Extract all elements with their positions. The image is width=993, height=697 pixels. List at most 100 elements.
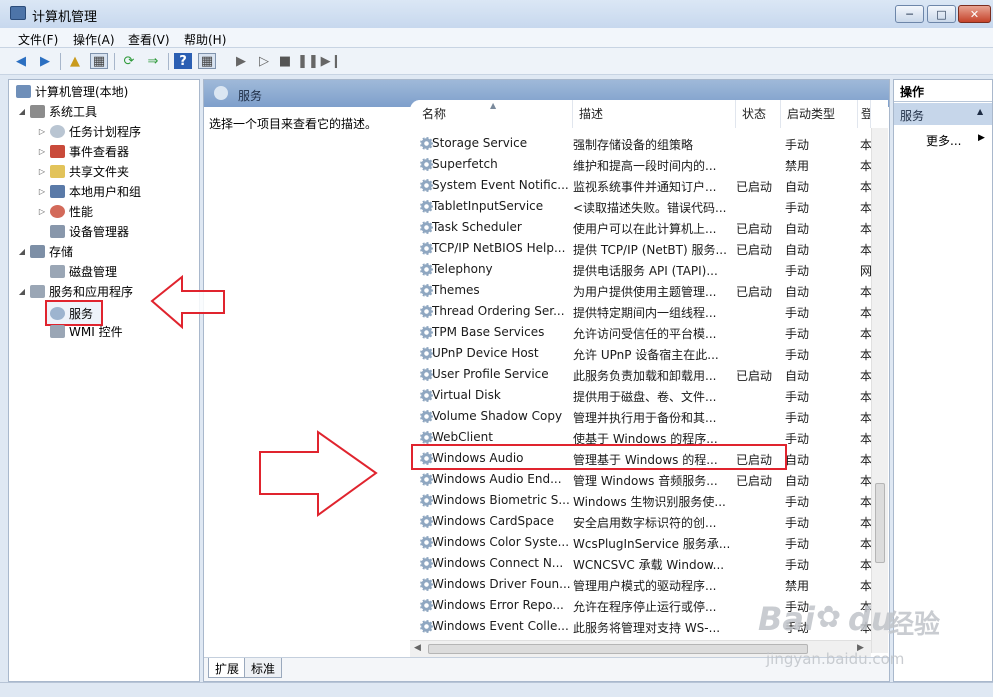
- export-list-icon[interactable]: ⇒: [144, 53, 162, 69]
- vertical-scrollbar[interactable]: [871, 128, 888, 653]
- tree-item-task-scheduler[interactable]: ▷ 任务计划程序: [37, 121, 141, 141]
- service-row[interactable]: Windows Error Repo... 允许在程序停止运行或停... 手动 本: [410, 595, 871, 616]
- service-row[interactable]: Storage Service 强制存储设备的组策略 手动 本: [410, 133, 871, 154]
- tree-item-label: 系统工具: [49, 104, 98, 119]
- more-actions-link[interactable]: 更多...: [926, 132, 961, 149]
- stop-service-icon[interactable]: ■: [276, 53, 294, 69]
- menu-action[interactable]: 操作(A): [73, 31, 115, 48]
- menu-help[interactable]: 帮助(H): [184, 31, 226, 48]
- expand-icon[interactable]: ▷: [37, 127, 47, 136]
- expand-icon[interactable]: ▷: [37, 207, 47, 216]
- tree-item-services-apps[interactable]: ◢ 服务和应用程序: [17, 281, 133, 301]
- service-row[interactable]: Superfetch 维护和提高一段时间内的... 禁用 本: [410, 154, 871, 175]
- service-row[interactable]: TPM Base Services 允许访问受信任的平台模... 手动 本: [410, 322, 871, 343]
- back-arrow-icon[interactable]: ◀: [12, 53, 30, 69]
- expand-icon[interactable]: ▷: [37, 147, 47, 156]
- tree-item-performance[interactable]: ▷ 性能: [37, 201, 93, 221]
- start-service-icon[interactable]: ▶: [232, 53, 250, 69]
- column-header-logon[interactable]: 登: [858, 100, 871, 128]
- cell-description: 管理并执行用于备份和其...: [573, 411, 717, 425]
- service-row[interactable]: Windows Audio End... 管理 Windows 音频服务... 已启…: [410, 469, 871, 490]
- maximize-button[interactable]: □: [927, 5, 956, 23]
- column-header-status[interactable]: 状态: [736, 100, 781, 128]
- service-row[interactable]: Windows Audio 管理基于 Windows 的程... 已启动 自动 本: [410, 448, 871, 469]
- service-row[interactable]: Windows Driver Foun... 管理用户模式的驱动程序... 禁用 本: [410, 574, 871, 595]
- tree-item-local-users[interactable]: ▷ 本地用户和组: [37, 181, 141, 201]
- tree-item-wmi[interactable]: WMI 控件: [47, 321, 123, 341]
- service-row[interactable]: Windows Event Colle... 此服务将管理对支持 WS-... 手动…: [410, 616, 871, 637]
- cell-name: Task Scheduler: [432, 220, 522, 234]
- tree-root[interactable]: 计算机管理(本地): [13, 81, 128, 101]
- minimize-button[interactable]: ─: [895, 5, 924, 23]
- close-button[interactable]: ✕: [958, 5, 991, 23]
- tree-item-system-tools[interactable]: ◢ 系统工具: [17, 101, 97, 121]
- scroll-right-icon[interactable]: ▶: [857, 643, 864, 653]
- collapse-icon[interactable]: ◢: [17, 107, 27, 116]
- service-row[interactable]: UPnP Device Host 允许 UPnP 设备宿主在此... 手动 本: [410, 343, 871, 364]
- tree-item-event-viewer[interactable]: ▷ 事件查看器: [37, 141, 129, 161]
- service-row[interactable]: Windows Biometric S... Windows 生物识别服务使...…: [410, 490, 871, 511]
- service-row[interactable]: Themes 为用户提供使用主题管理... 已启动 自动 本: [410, 280, 871, 301]
- refresh-icon[interactable]: ⟳: [120, 53, 138, 69]
- service-row[interactable]: TabletInputService <读取描述失败。错误代码... 手动 本: [410, 196, 871, 217]
- restart-service-icon[interactable]: ▶❙: [321, 53, 342, 69]
- service-row[interactable]: User Profile Service 此服务负责加载和卸载用... 已启动 自动 本: [410, 364, 871, 385]
- cell-description: 安全启用数字标识符的创...: [573, 516, 717, 530]
- disk-icon: [50, 264, 65, 278]
- service-row[interactable]: Volume Shadow Copy 管理并执行用于备份和其... 手动 本: [410, 406, 871, 427]
- collapse-up-icon[interactable]: ▲: [977, 107, 983, 116]
- scroll-left-icon[interactable]: ◀: [414, 643, 421, 653]
- forward-arrow-icon[interactable]: ▶: [36, 53, 54, 69]
- tree-item-storage[interactable]: ◢ 存储: [17, 241, 73, 261]
- service-row[interactable]: WebClient 使基于 Windows 的程序... 手动 本: [410, 427, 871, 448]
- cell-description: 允许在程序停止运行或停...: [573, 600, 717, 614]
- cell-name: Windows Color Syste...: [432, 535, 570, 549]
- cell-description: 强制存储设备的组策略: [573, 138, 694, 152]
- cell-startup-type: 手动: [785, 411, 810, 425]
- service-row[interactable]: Windows CardSpace 安全启用数字标识符的创... 手动 本: [410, 511, 871, 532]
- cell-name: Telephony: [432, 262, 493, 276]
- tree-item-device-manager[interactable]: 设备管理器: [47, 221, 129, 241]
- actions-section-services[interactable]: 服务 ▲: [894, 103, 992, 125]
- up-folder-icon[interactable]: ▲: [66, 53, 84, 69]
- column-header-description[interactable]: 描述: [573, 100, 736, 128]
- tools-icon: [30, 104, 45, 118]
- show-tree-icon[interactable]: ▦: [90, 53, 108, 69]
- show-action-pane-icon[interactable]: ▦: [198, 53, 216, 69]
- service-row[interactable]: Thread Ordering Ser... 提供特定期间内一组线程... 手动 本: [410, 301, 871, 322]
- column-header-startup-type[interactable]: 启动类型: [781, 100, 858, 128]
- scroll-thumb[interactable]: [875, 483, 885, 563]
- scroll-thumb-horizontal[interactable]: [428, 644, 808, 654]
- tab-standard[interactable]: 标准: [244, 658, 283, 678]
- service-row[interactable]: Task Scheduler 使用户可以在此计算机上... 已启动 自动 本: [410, 217, 871, 238]
- menu-view[interactable]: 查看(V): [128, 31, 170, 48]
- collapse-icon[interactable]: ◢: [17, 287, 27, 296]
- service-row[interactable]: System Event Notific... 监视系统事件并通知订户... 已启动…: [410, 175, 871, 196]
- tree-item-label: 设备管理器: [69, 224, 130, 239]
- tree-item-disk-management[interactable]: 磁盘管理: [47, 261, 117, 281]
- toolbar-separator: [168, 53, 169, 70]
- cell-description: 管理基于 Windows 的程...: [573, 453, 718, 467]
- cell-startup-type: 手动: [785, 537, 810, 551]
- collapse-icon[interactable]: ◢: [17, 247, 27, 256]
- column-header-name[interactable]: 名称 ▲: [416, 100, 573, 128]
- tab-extended[interactable]: 扩展: [208, 658, 247, 678]
- cell-status: 已启动: [736, 180, 773, 194]
- service-row[interactable]: Windows Color Syste... WcsPlugInService 服…: [410, 532, 871, 553]
- cell-status: 已启动: [736, 369, 773, 383]
- service-row[interactable]: Telephony 提供电话服务 API (TAPI)... 手动 网: [410, 259, 871, 280]
- start-service-alt-icon[interactable]: ▷: [255, 53, 273, 69]
- pause-service-icon[interactable]: ❚❚: [297, 53, 319, 69]
- service-row[interactable]: Windows Connect N... WCNCSVC 承载 Window...…: [410, 553, 871, 574]
- service-row[interactable]: TCP/IP NetBIOS Help... 提供 TCP/IP (NetBT) …: [410, 238, 871, 259]
- clock-icon: [50, 124, 65, 138]
- help-icon[interactable]: ?: [174, 53, 192, 69]
- services-rows: Storage Service 强制存储设备的组策略 手动本 Superfetch 维护…: [410, 133, 871, 638]
- service-row[interactable]: Virtual Disk 提供用于磁盘、卷、文件... 手动 本: [410, 385, 871, 406]
- expand-icon[interactable]: ▷: [37, 167, 47, 176]
- horizontal-scrollbar[interactable]: ◀ ▶: [410, 640, 871, 657]
- cell-logon: 本: [860, 138, 871, 152]
- tree-item-shared-folders[interactable]: ▷ 共享文件夹: [37, 161, 129, 181]
- expand-icon[interactable]: ▷: [37, 187, 47, 196]
- menu-file[interactable]: 文件(F): [18, 31, 58, 48]
